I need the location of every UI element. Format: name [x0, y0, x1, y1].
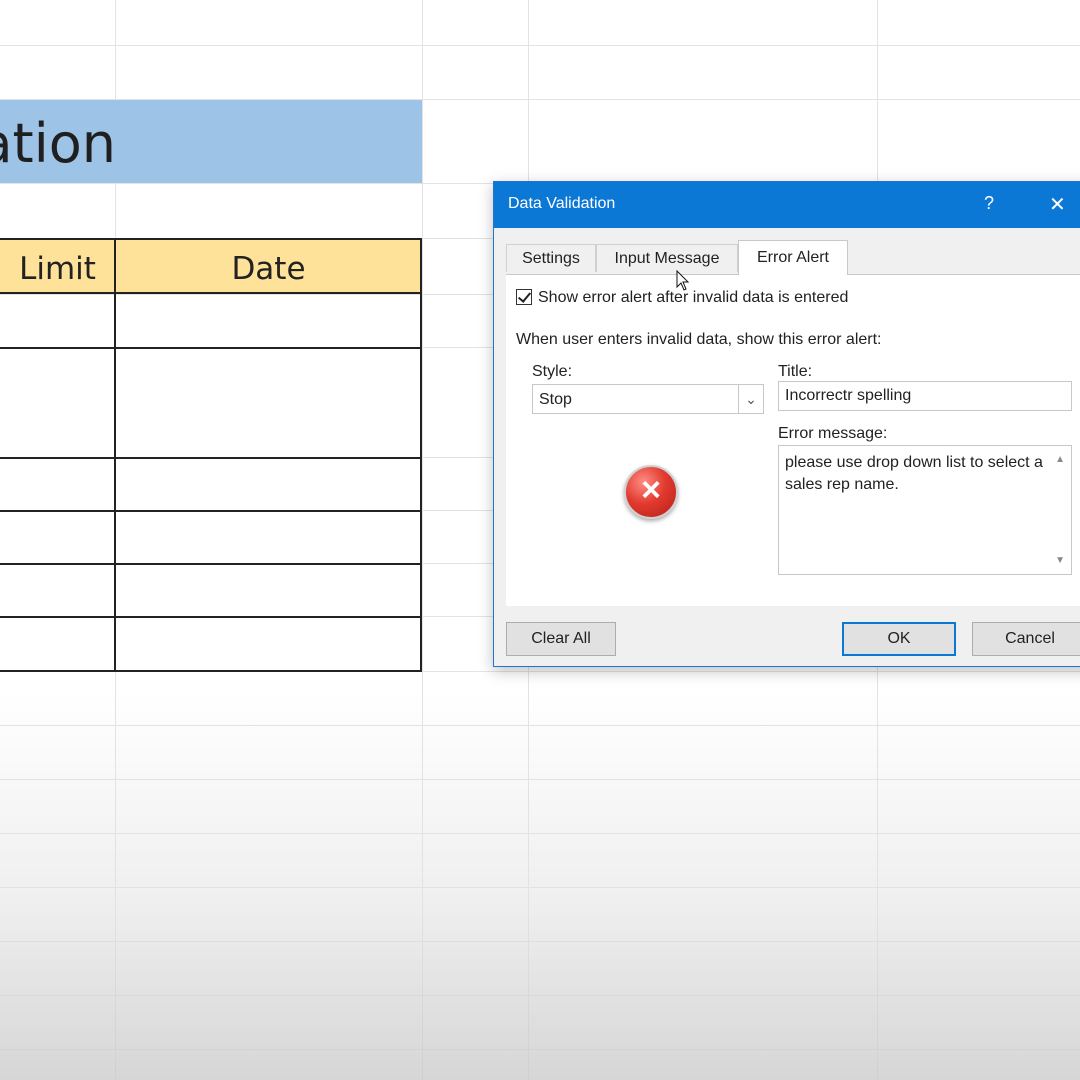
- style-value: Stop: [539, 391, 572, 408]
- alert-title-input[interactable]: [778, 381, 1072, 411]
- error-alert-panel: Show error alert after invalid data is e…: [506, 274, 1080, 606]
- table-row: [0, 347, 422, 349]
- tab-settings[interactable]: Settings: [506, 244, 596, 272]
- show-error-alert-label: Show error alert after invalid data is e…: [538, 289, 849, 306]
- mouse-cursor-icon: [676, 270, 690, 291]
- tab-input-message[interactable]: Input Message: [596, 244, 738, 272]
- error-alert-instructions: When user enters invalid data, show this…: [516, 331, 882, 348]
- header-cell-date[interactable]: Date: [115, 240, 422, 292]
- close-icon[interactable]: ✕: [1049, 192, 1066, 217]
- data-table: Limit Date: [0, 238, 422, 672]
- style-label: Style:: [532, 363, 573, 380]
- style-dropdown[interactable]: Stop ⌄: [532, 384, 764, 414]
- sheet-title-text: ation: [0, 112, 116, 175]
- table-row: [0, 510, 422, 512]
- cancel-button[interactable]: Cancel: [972, 622, 1080, 656]
- data-validation-dialog: Data Validation ? ✕ Settings Input Messa…: [493, 181, 1080, 667]
- scroll-up-icon[interactable]: ▲: [1055, 454, 1065, 465]
- grid-row-line: [0, 45, 1080, 46]
- chevron-down-icon[interactable]: ⌄: [738, 385, 763, 413]
- header-cell-limit[interactable]: Limit: [0, 240, 115, 292]
- stop-error-icon: ×: [624, 465, 678, 519]
- dialog-title: Data Validation: [508, 195, 616, 212]
- sheet-title-banner[interactable]: ation: [0, 100, 422, 183]
- error-message-textarea[interactable]: please use drop down list to select a sa…: [778, 445, 1072, 575]
- table-row: [0, 670, 422, 672]
- table-row: [0, 457, 422, 459]
- table-right-border: [420, 238, 422, 672]
- clear-all-button[interactable]: Clear All: [506, 622, 616, 656]
- error-message-text: please use drop down list to select a sa…: [785, 454, 1043, 493]
- table-row: [0, 616, 422, 618]
- tab-error-alert[interactable]: Error Alert: [738, 240, 848, 275]
- table-row: [0, 563, 422, 565]
- table-header-row: Limit Date: [0, 238, 422, 294]
- table-column-divider: [114, 238, 116, 672]
- error-message-label: Error message:: [778, 425, 888, 442]
- scroll-down-icon[interactable]: ▼: [1055, 555, 1065, 566]
- show-error-alert-checkbox[interactable]: [516, 289, 532, 305]
- help-icon[interactable]: ?: [984, 193, 994, 214]
- ok-button[interactable]: OK: [842, 622, 956, 656]
- bottom-shade: [0, 690, 1080, 1080]
- dialog-title-bar[interactable]: Data Validation ? ✕: [494, 182, 1080, 228]
- title-label: Title:: [778, 363, 813, 380]
